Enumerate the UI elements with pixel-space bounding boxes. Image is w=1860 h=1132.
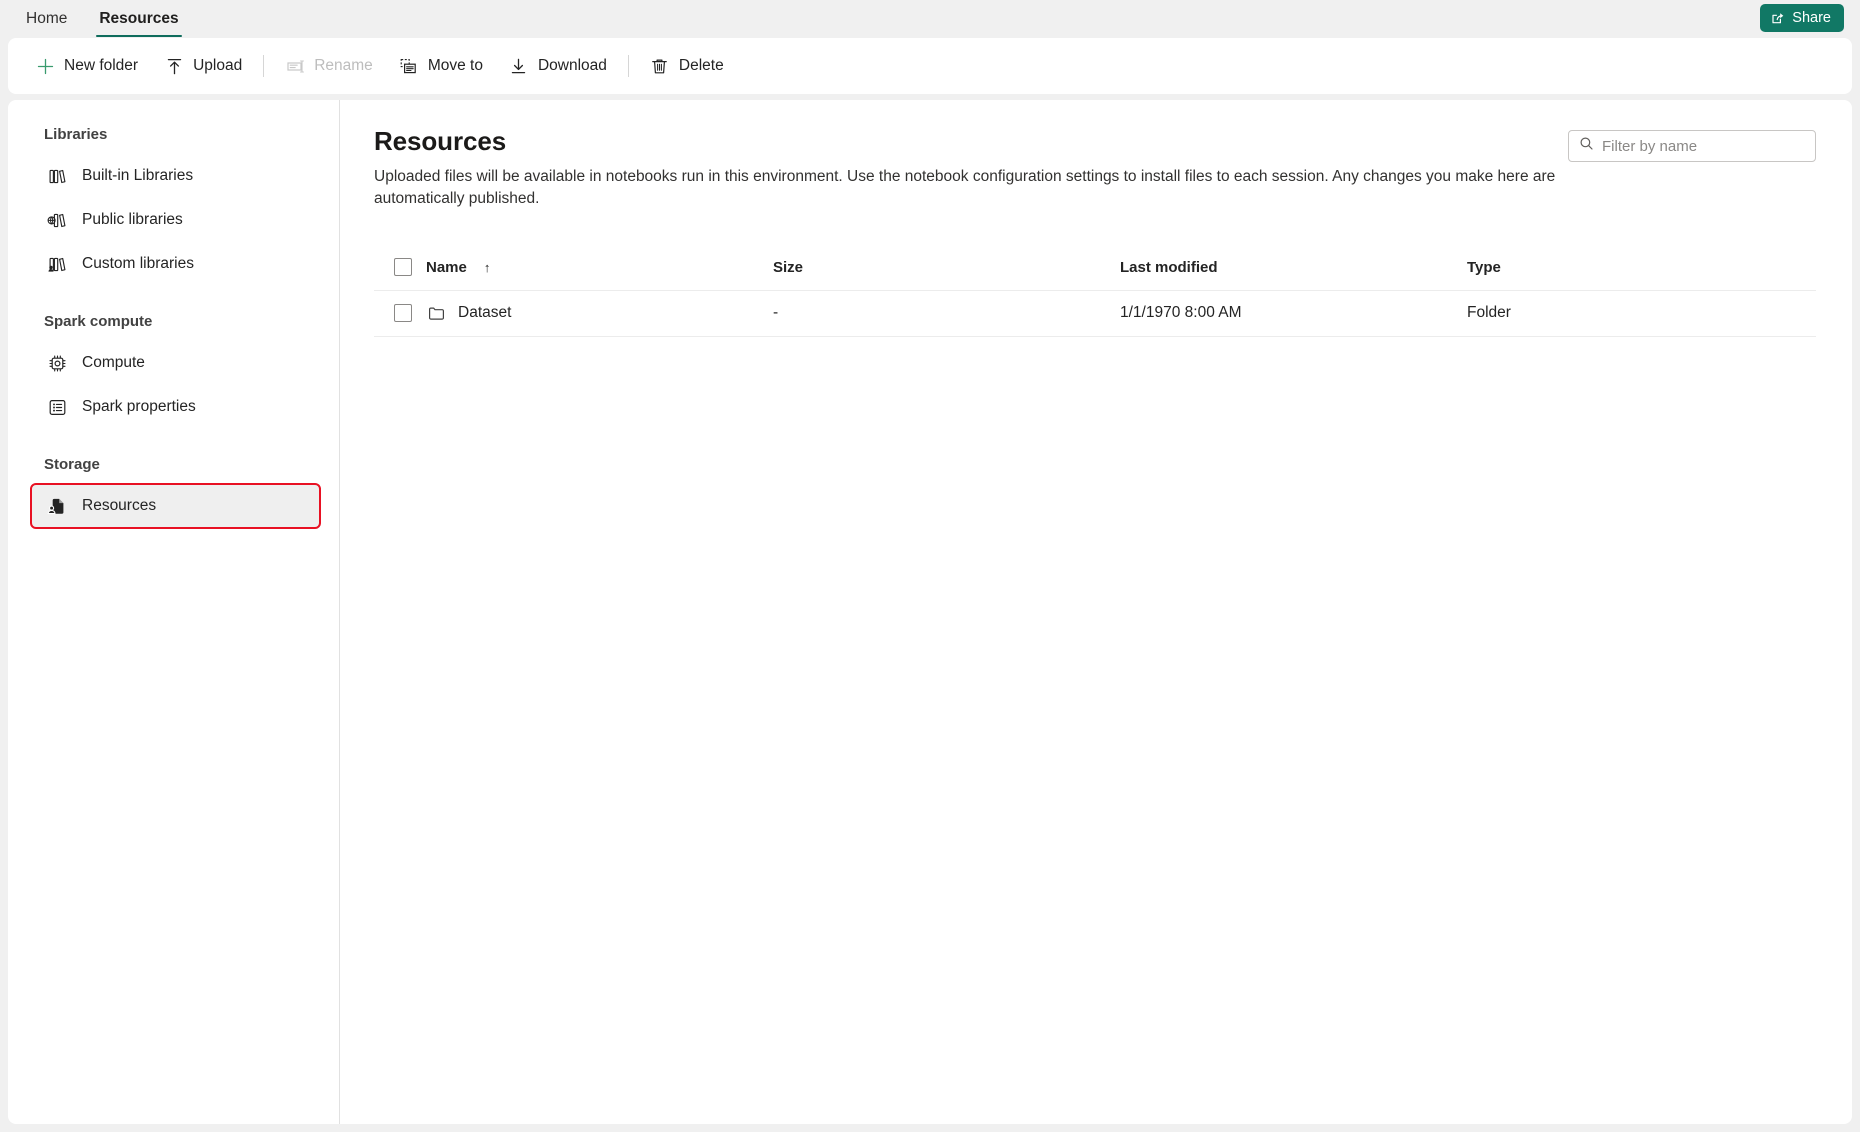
row-checkbox[interactable] [394,304,412,323]
top-tab-bar: Home Resources Share [0,0,1860,38]
sidebar-group-spark-compute: Spark compute Compute Spark properties [8,313,339,428]
main-panel: Libraries Built-in Libraries Public libr… [8,100,1852,1124]
row-last-modified-cell: 1/1/1970 8:00 AM [1120,304,1242,322]
row-name-label: Dataset [458,304,512,322]
column-header-name-label: Name [426,258,467,276]
upload-label: Upload [193,57,243,74]
sidebar-item-compute[interactable]: Compute [32,342,319,384]
download-arrow-icon [509,56,529,76]
books-globe-icon [46,209,68,231]
column-header-name[interactable]: Name ↑ [426,259,773,276]
sidebar-group-spark-compute-title: Spark compute [44,313,153,330]
sidebar-item-resources-label: Resources [82,497,157,514]
move-to-button[interactable]: Move to [386,47,496,85]
share-icon [1770,10,1786,26]
column-header-last-modified[interactable]: Last modified [1120,259,1467,276]
tab-list: Home Resources [0,0,195,38]
page-title: Resources [374,126,507,156]
column-header-size[interactable]: Size [773,259,1120,276]
sidebar-group-libraries-title: Libraries [44,126,108,143]
rename-button[interactable]: Rename [272,47,386,85]
table-header-row: Name ↑ Size Last modified Type [374,245,1816,291]
tab-resources-label: Resources [99,10,179,27]
list-properties-icon [46,396,68,418]
sidebar-item-built-in-libraries-label: Built-in Libraries [82,167,194,184]
content-header-text: Resources Uploaded files will be availab… [374,126,1568,211]
upload-button[interactable]: Upload [151,47,255,85]
filter-by-name-box[interactable] [1568,130,1816,162]
column-header-type[interactable]: Type [1467,259,1767,276]
trash-icon [650,56,670,76]
table-row[interactable]: Dataset - 1/1/1970 8:00 AM Folder [374,291,1816,337]
row-name-cell: Dataset [426,303,773,323]
row-select-cell [374,304,426,323]
sort-ascending-icon: ↑ [483,259,491,275]
rename-icon [285,56,305,76]
sidebar-item-spark-properties-label: Spark properties [82,398,196,415]
row-type-cell: Folder [1467,304,1511,322]
share-button-label: Share [1792,10,1831,26]
tab-home[interactable]: Home [10,0,83,38]
resources-table: Name ↑ Size Last modified Type Dataset -… [374,245,1816,337]
command-separator-1 [263,55,265,77]
sidebar-item-spark-properties[interactable]: Spark properties [32,386,319,428]
folder-icon [426,303,446,323]
move-to-label: Move to [427,57,483,74]
new-folder-button[interactable]: New folder [22,47,151,85]
sidebar-group-libraries: Libraries Built-in Libraries Public libr… [8,126,339,285]
sidebar-item-public-libraries-label: Public libraries [82,211,183,228]
resource-file-icon [46,495,68,517]
select-all-cell [374,258,426,277]
delete-button[interactable]: Delete [637,47,737,85]
command-bar: New folder Upload Rename Move to Downloa… [8,38,1852,94]
books-person-icon [46,253,68,275]
plus-icon [35,56,55,76]
move-to-icon [399,56,419,76]
delete-label: Delete [678,57,724,74]
sidebar-item-built-in-libraries[interactable]: Built-in Libraries [32,155,319,197]
new-folder-label: New folder [64,57,139,74]
sidebar-group-storage: Storage Resources [8,456,339,529]
download-button[interactable]: Download [496,47,620,85]
filter-input[interactable] [1602,137,1805,155]
rename-label: Rename [314,57,373,74]
sidebar-item-public-libraries[interactable]: Public libraries [32,199,319,241]
page-description: Uploaded files will be available in note… [374,168,1556,208]
sidebar-item-custom-libraries[interactable]: Custom libraries [32,243,319,285]
command-separator-2 [627,55,629,77]
sidebar-group-storage-title: Storage [44,456,100,473]
upload-arrow-icon [164,56,184,76]
cpu-chip-icon [46,352,68,374]
sidebar-item-resources[interactable]: Resources [30,483,321,529]
sidebar-item-compute-label: Compute [82,354,145,371]
books-icon [46,165,68,187]
share-button[interactable]: Share [1760,4,1844,32]
row-size-cell: - [773,304,779,322]
tab-resources[interactable]: Resources [83,0,194,38]
content-header: Resources Uploaded files will be availab… [374,126,1816,211]
search-icon [1579,136,1594,156]
content-area: Resources Uploaded files will be availab… [340,100,1852,1124]
select-all-checkbox[interactable] [394,258,412,277]
tab-home-label: Home [26,10,68,27]
sidebar-nav: Libraries Built-in Libraries Public libr… [8,100,340,1124]
sidebar-item-custom-libraries-label: Custom libraries [82,255,194,272]
download-label: Download [537,57,607,74]
